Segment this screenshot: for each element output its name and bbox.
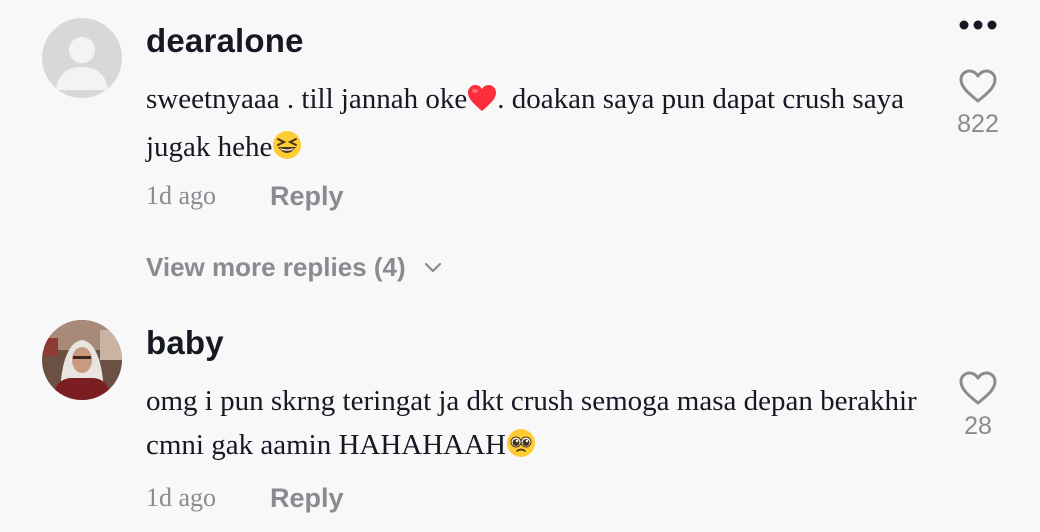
user-photo <box>42 320 122 400</box>
username[interactable]: dearalone <box>146 22 304 60</box>
like-count: 28 <box>964 412 992 440</box>
comment-item: dearalone sweetnyaaa . till jannah oke. … <box>0 0 1040 240</box>
heart-outline-icon <box>959 69 997 103</box>
comment-text: omg i pun skrng teringat ja dkt crush se… <box>146 379 936 471</box>
comment-text-part: sweetnyaaa . till jannah oke <box>146 83 468 115</box>
comment-timestamp: 1d ago <box>146 483 217 512</box>
pleading-face-icon <box>506 427 536 471</box>
grinning-squinting-face-icon <box>272 129 302 173</box>
like-count: 822 <box>957 110 999 138</box>
view-more-replies-button[interactable]: View more replies (4) <box>146 252 442 283</box>
comment-text: sweetnyaaa . till jannah oke. doakan say… <box>146 77 936 173</box>
red-heart-icon <box>467 81 497 125</box>
view-more-label: View more replies (4) <box>146 252 406 282</box>
avatar[interactable] <box>42 320 122 400</box>
avatar[interactable] <box>42 18 122 98</box>
chevron-down-icon <box>424 262 441 272</box>
like-button[interactable] <box>956 68 1000 104</box>
default-user-icon <box>56 37 108 90</box>
reply-button[interactable]: Reply <box>270 181 344 212</box>
heart-outline-icon <box>959 371 997 405</box>
comment-item: baby omg i pun skrng teringat ja dkt cru… <box>0 300 1040 532</box>
comment-timestamp: 1d ago <box>146 181 217 210</box>
like-button[interactable] <box>956 370 1000 406</box>
reply-button[interactable]: Reply <box>270 483 344 514</box>
username[interactable]: baby <box>146 324 224 362</box>
